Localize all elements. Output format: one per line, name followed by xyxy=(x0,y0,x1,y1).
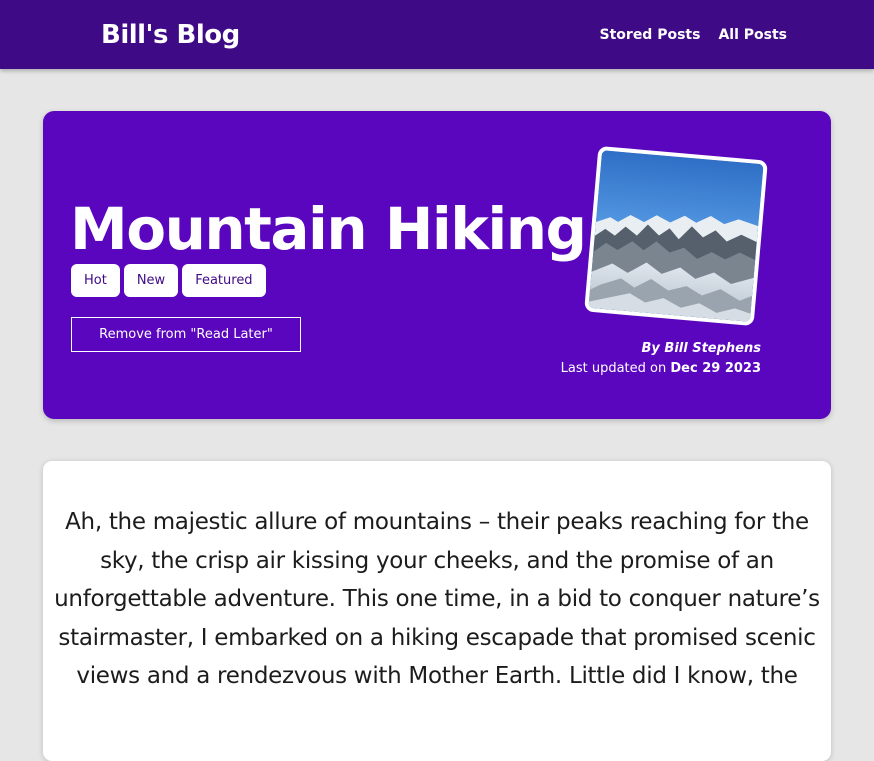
post-cover-image xyxy=(584,145,768,327)
post-updated: Last updated on Dec 29 2023 xyxy=(561,359,761,379)
updated-date: Dec 29 2023 xyxy=(670,361,761,376)
brand-logo-link[interactable]: Bill's Blog xyxy=(101,15,240,55)
tag-list: Hot New Featured xyxy=(71,264,266,297)
tag-featured[interactable]: Featured xyxy=(182,264,266,297)
post-hero-card: Mountain Hiking Hot New Featured Remove … xyxy=(43,111,831,419)
updated-prefix: Last updated on xyxy=(560,361,671,376)
mountain-landscape-photo xyxy=(588,150,764,322)
tag-hot[interactable]: Hot xyxy=(71,264,120,297)
post-content-card: Ah, the majestic allure of mountains – t… xyxy=(43,461,831,761)
post-title: Mountain Hiking xyxy=(70,195,587,263)
nav-links: Stored Posts All Posts xyxy=(600,25,787,45)
nav-link-all-posts[interactable]: All Posts xyxy=(718,25,787,45)
post-body-text: Ah, the majestic allure of mountains – t… xyxy=(54,509,820,690)
tag-new[interactable]: New xyxy=(123,264,179,297)
nav-link-stored-posts[interactable]: Stored Posts xyxy=(600,25,701,45)
post-author: By Bill Stephens xyxy=(641,341,761,356)
post-meta: By Bill Stephens Last updated on Dec 29 … xyxy=(561,339,761,379)
top-navbar: Bill's Blog Stored Posts All Posts xyxy=(0,0,874,69)
remove-read-later-button[interactable]: Remove from "Read Later" xyxy=(71,317,301,352)
